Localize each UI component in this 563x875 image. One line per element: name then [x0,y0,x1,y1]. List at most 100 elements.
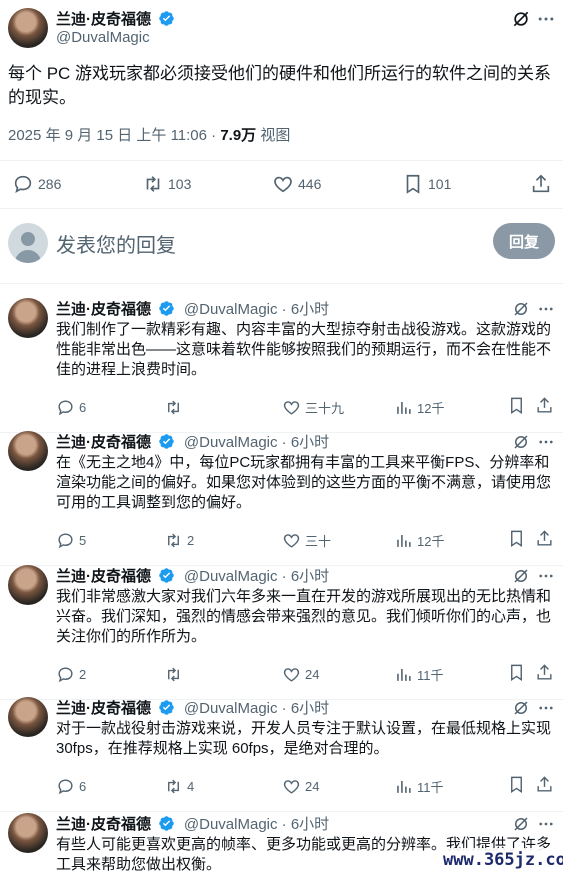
reply-icon [58,666,73,682]
reply-avatar[interactable] [8,697,48,737]
reply-author-name[interactable]: 兰迪·皮奇福德 [56,700,151,717]
tweet-timestamp[interactable]: 2025 年 9 月 15 日 上午 11:06 · [8,127,220,144]
more-options-icon[interactable] [537,567,555,585]
retweet-action[interactable]: 2 [164,531,194,550]
reply-handle-time[interactable]: @DuvalMagic · 6小时 [184,301,329,318]
share-action[interactable] [535,663,554,685]
reply-author-name[interactable]: 兰迪·皮奇福德 [56,301,151,318]
retweet-action[interactable] [164,665,187,684]
reply-action[interactable]: 5 [56,531,86,550]
grok-icon[interactable] [512,815,530,833]
retweet-icon [168,667,179,681]
views-icon [397,668,411,681]
more-options-icon[interactable] [537,699,555,717]
share-icon[interactable] [530,173,552,195]
more-options-icon[interactable] [537,433,555,451]
reply-handle-time[interactable]: @DuvalMagic · 6小时 [184,700,329,717]
reply-handle-time[interactable]: @DuvalMagic · 6小时 [184,434,329,451]
reply-handle-time[interactable]: @DuvalMagic · 6小时 [184,816,329,833]
author-avatar[interactable] [8,8,48,48]
retweet-count: 4 [187,778,195,794]
retweet-action[interactable]: 103 [142,173,191,195]
retweet-icon [168,779,179,793]
heart-icon [283,667,300,682]
bookmark-action[interactable] [507,396,526,418]
grok-icon[interactable] [512,300,530,318]
retweet-icon [168,400,179,414]
share-action[interactable] [535,529,554,551]
reply-author-name[interactable]: 兰迪·皮奇福德 [56,816,151,833]
bookmark-icon [406,174,420,194]
grok-icon[interactable] [512,699,530,717]
verified-badge-icon [159,11,175,26]
like-count: 24 [305,778,320,794]
heart-icon [274,176,292,193]
reply-input[interactable]: 发表您的回复 [56,229,176,258]
bookmark-icon [511,397,522,414]
reply-avatar[interactable] [8,298,48,338]
author-handle[interactable]: @DuvalMagic [56,29,150,46]
retweet-action[interactable] [164,398,187,417]
more-options-icon[interactable] [537,300,555,318]
views-action[interactable]: 12千 [394,531,444,550]
like-action[interactable]: 24 [282,665,319,684]
more-options-icon[interactable] [536,9,556,29]
reply-author-name[interactable]: 兰迪·皮奇福德 [56,568,151,585]
like-action[interactable]: 三十九 [282,398,344,417]
bookmark-icon [511,776,522,793]
like-action[interactable]: 三十 [282,531,331,550]
default-user-icon [14,232,42,263]
more-options-icon[interactable] [537,815,555,833]
verified-badge-icon [159,568,175,583]
views-action[interactable]: 11千 [394,665,444,684]
share-action[interactable] [535,775,554,797]
heart-icon [283,779,300,794]
author-name[interactable]: 兰迪·皮奇福德 [56,11,151,28]
reply-text: 我们制作了一款精彩有趣、内容丰富的大型掠夺射击战役游戏。这款游戏的性能非常出色—… [56,321,552,378]
grok-icon[interactable] [512,567,530,585]
views-icon [397,534,411,547]
reply-avatar[interactable] [8,565,48,605]
like-count: 446 [298,176,322,192]
reply-handle-time[interactable]: @DuvalMagic · 6小时 [184,568,329,585]
reply-action[interactable]: 286 [12,173,61,195]
bookmark-action[interactable]: 101 [402,173,451,195]
like-action[interactable]: 446 [272,173,321,195]
grok-icon[interactable] [512,433,530,451]
retweet-action[interactable]: 4 [164,777,194,796]
bookmark-action[interactable] [507,775,526,797]
views-icon [397,401,411,414]
bookmark-action[interactable] [507,529,526,551]
reply-action[interactable]: 6 [56,777,86,796]
retweet-icon [146,176,160,192]
reply-avatar[interactable] [8,431,48,471]
reply-icon [58,778,73,794]
views-action[interactable]: 11千 [394,777,444,796]
reply-action[interactable]: 2 [56,665,86,684]
views-action[interactable]: 12千 [394,398,444,417]
share-icon [537,530,552,546]
reply-text: 在《无主之地4》中，每位PC玩家都拥有丰富的工具来平衡FPS、分辨率和渲染功能之… [56,454,552,511]
like-count: 24 [305,666,320,682]
heart-icon [283,533,300,548]
reply-text: 对于一款战役射击游戏来说，开发人员专注于默认设置，在最低规格上实现 30fps，… [56,720,552,757]
reply-avatar[interactable] [8,813,48,853]
verified-badge-icon [159,301,175,316]
tweet-text: 每个 PC 游戏玩家都必须接受他们的硬件和他们所运行的软件之间的关系的现实。 [8,64,552,107]
reply-action[interactable]: 6 [56,398,86,417]
reply-actions: 2 24 11千 [56,663,556,685]
share-icon [537,776,552,792]
reply-author-name[interactable]: 兰迪·皮奇福德 [56,434,151,451]
bookmark-count: 101 [428,176,452,192]
retweet-icon [168,533,179,547]
share-action[interactable] [535,396,554,418]
views-label: 视图 [256,127,291,144]
reply-count: 6 [79,778,87,794]
grok-icon[interactable] [511,9,531,29]
views-icon [397,780,411,793]
reply-count: 5 [79,532,87,548]
reply-button[interactable]: 回复 [493,223,555,259]
views-count: 11千 [417,667,444,683]
like-action[interactable]: 24 [282,777,319,796]
bookmark-action[interactable] [507,663,526,685]
